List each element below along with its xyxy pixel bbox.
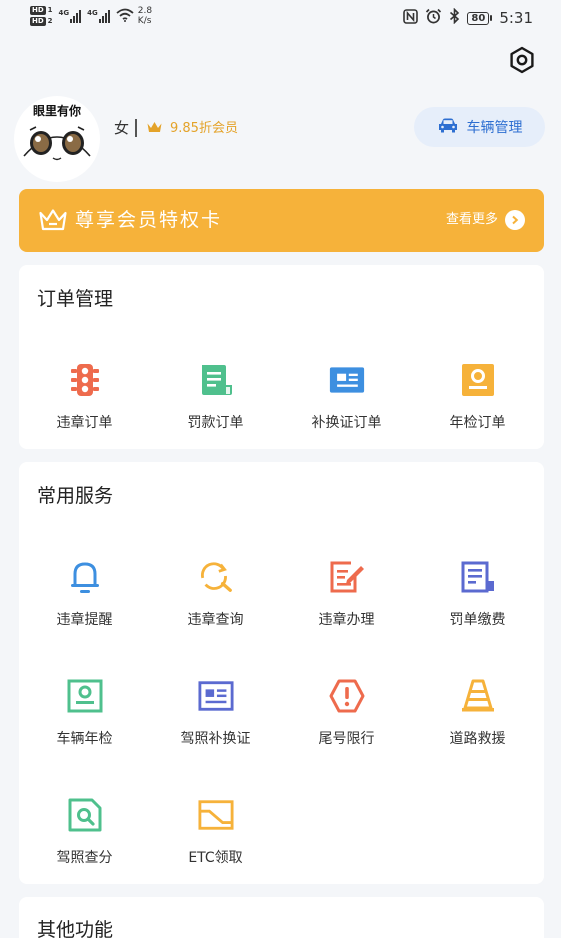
grid-item-plate-restriction[interactable]: 尾号限行 <box>281 678 412 768</box>
gender-label: 女 <box>114 119 130 137</box>
alarm-icon <box>425 8 442 28</box>
signal-2-icon: 4G <box>87 9 110 23</box>
grid-item-license-replacement[interactable]: 驾照补换证 <box>150 678 281 768</box>
vehicle-management-label: 车辆管理 <box>466 120 523 136</box>
grid-item-violation-order[interactable]: 违章订单 <box>19 362 150 452</box>
crown-icon <box>146 119 163 138</box>
hd-num-2: 2 <box>47 17 53 25</box>
grid-label: 年检订单 <box>449 415 506 431</box>
inspection-icon <box>460 362 496 398</box>
network-type-1: 4G <box>58 9 70 17</box>
car-icon <box>437 117 459 138</box>
grid-item-violation-alert[interactable]: 违章提醒 <box>19 559 150 649</box>
wifi-icon <box>116 7 134 26</box>
battery-level: 80 <box>467 11 490 25</box>
grid-item-violation-handle[interactable]: 违章办理 <box>281 559 412 649</box>
view-more-link[interactable]: 查看更多 <box>446 209 525 231</box>
grid-label: 罚款订单 <box>187 415 244 431</box>
network-speed: 2.8 K/s <box>138 6 152 26</box>
grid-item-ticket-payment[interactable]: 罚单缴费 <box>412 559 543 649</box>
grid-item-etc[interactable]: ETC领取 <box>150 797 281 887</box>
bluetooth-icon <box>449 7 460 28</box>
nfc-icon <box>403 8 419 28</box>
grid-item-violation-query[interactable]: 违章查询 <box>150 559 281 649</box>
search-refresh-icon <box>198 559 234 595</box>
hd-indicators: HD 1 HD 2 <box>30 6 53 26</box>
hd-badge-2: HD <box>30 17 46 26</box>
id-card-icon <box>329 362 365 398</box>
warning-icon <box>329 678 365 714</box>
grid-label: ETC领取 <box>188 850 243 866</box>
status-bar: HD 1 HD 2 4G 4G 2.8 K/s 80 5:31 <box>0 0 561 36</box>
grid-item-vehicle-inspection[interactable]: 车辆年检 <box>19 678 150 768</box>
grid-label: 道路救援 <box>449 731 506 747</box>
signal-1-icon: 4G <box>59 9 82 23</box>
grid-label: 违章订单 <box>56 415 113 431</box>
grid-label: 尾号限行 <box>318 731 375 747</box>
banner-title: 尊享会员特权卡 <box>75 209 223 231</box>
grid-label: 罚单缴费 <box>449 612 506 628</box>
member-discount-label: 9.85折会员 <box>170 120 238 136</box>
status-left: HD 1 HD 2 4G 4G 2.8 K/s <box>30 6 152 26</box>
hd-num-1: 1 <box>47 6 53 14</box>
grid-label: 补换证订单 <box>311 415 382 431</box>
speed-unit: K/s <box>137 16 152 26</box>
avatar[interactable]: 眼里有你 <box>14 96 100 182</box>
document-icon <box>198 362 234 398</box>
bell-icon <box>67 559 103 595</box>
ticket-icon <box>460 559 496 595</box>
avatar-face-icon <box>23 126 91 161</box>
grid-item-road-rescue[interactable]: 道路救援 <box>412 678 543 768</box>
speed-value: 2.8 <box>137 6 153 16</box>
crown-outline-icon <box>38 207 68 237</box>
hexagon-settings-icon <box>507 45 537 79</box>
member-badge[interactable]: 9.85折会员 <box>146 119 238 138</box>
common-services-title: 常用服务 <box>37 485 114 507</box>
traffic-cone-icon <box>460 678 496 714</box>
chevron-right-icon <box>505 210 525 230</box>
hd-badge-1: HD <box>30 6 46 15</box>
view-more-label: 查看更多 <box>445 212 498 227</box>
grid-label: 驾照查分 <box>56 850 113 866</box>
order-management-title: 订单管理 <box>37 288 114 310</box>
search-doc-icon <box>67 797 103 833</box>
vehicle-management-button[interactable]: 车辆管理 <box>414 107 545 147</box>
grid-label: 违章提醒 <box>56 612 113 628</box>
traffic-light-icon <box>67 362 103 398</box>
network-type-2: 4G <box>87 9 98 17</box>
clock: 5:31 <box>499 9 533 27</box>
grid-item-annual-inspection-order[interactable]: 年检订单 <box>412 362 543 452</box>
grid-label: 车辆年检 <box>56 731 113 747</box>
other-functions-title: 其他功能 <box>37 919 114 938</box>
grid-label: 违章查询 <box>187 612 244 628</box>
etc-card-icon <box>197 797 234 833</box>
grid-item-replacement-order[interactable]: 补换证订单 <box>281 362 412 452</box>
status-right: 80 5:31 <box>403 7 533 28</box>
edit-doc-icon <box>329 559 365 595</box>
grid-label: 违章办理 <box>318 612 375 628</box>
grid-label: 驾照补换证 <box>180 731 251 747</box>
profile-divider <box>135 119 137 137</box>
settings-button[interactable] <box>506 46 538 78</box>
battery-icon: 80 <box>467 11 493 25</box>
member-privilege-banner[interactable]: 尊享会员特权卡 查看更多 <box>19 189 544 252</box>
grid-item-license-points[interactable]: 驾照查分 <box>19 797 150 887</box>
grid-item-fine-order[interactable]: 罚款订单 <box>150 362 281 452</box>
license-icon <box>197 678 234 714</box>
inspection-card-icon <box>67 678 103 714</box>
